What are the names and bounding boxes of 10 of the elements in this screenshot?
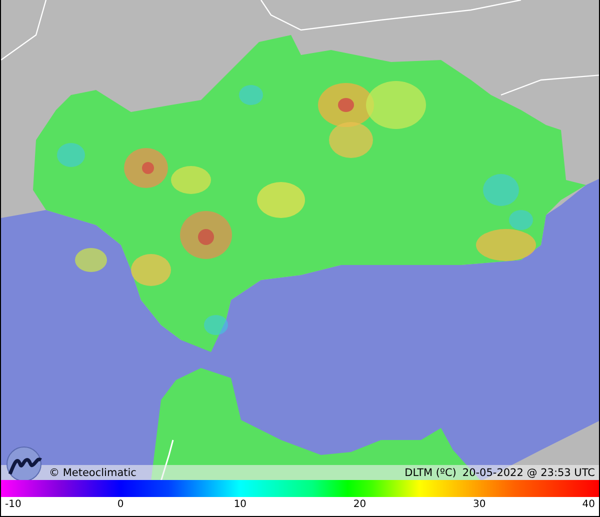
timestamp: 20-05-2022 @ 23:53 UTC bbox=[462, 466, 595, 478]
scale-tick-label: 20 bbox=[353, 499, 366, 510]
scale-tick-label: -10 bbox=[5, 499, 22, 510]
variable-label: DLTM (ºC) bbox=[404, 466, 456, 478]
logo-icon bbox=[4, 446, 44, 480]
scale-tick-label: 40 bbox=[582, 499, 595, 510]
scale-tick-label: 0 bbox=[117, 499, 124, 510]
scale-tick-label: 10 bbox=[234, 499, 247, 510]
credit-text: © Meteoclimatic bbox=[49, 466, 136, 478]
scale-tick-label: 30 bbox=[473, 499, 486, 510]
